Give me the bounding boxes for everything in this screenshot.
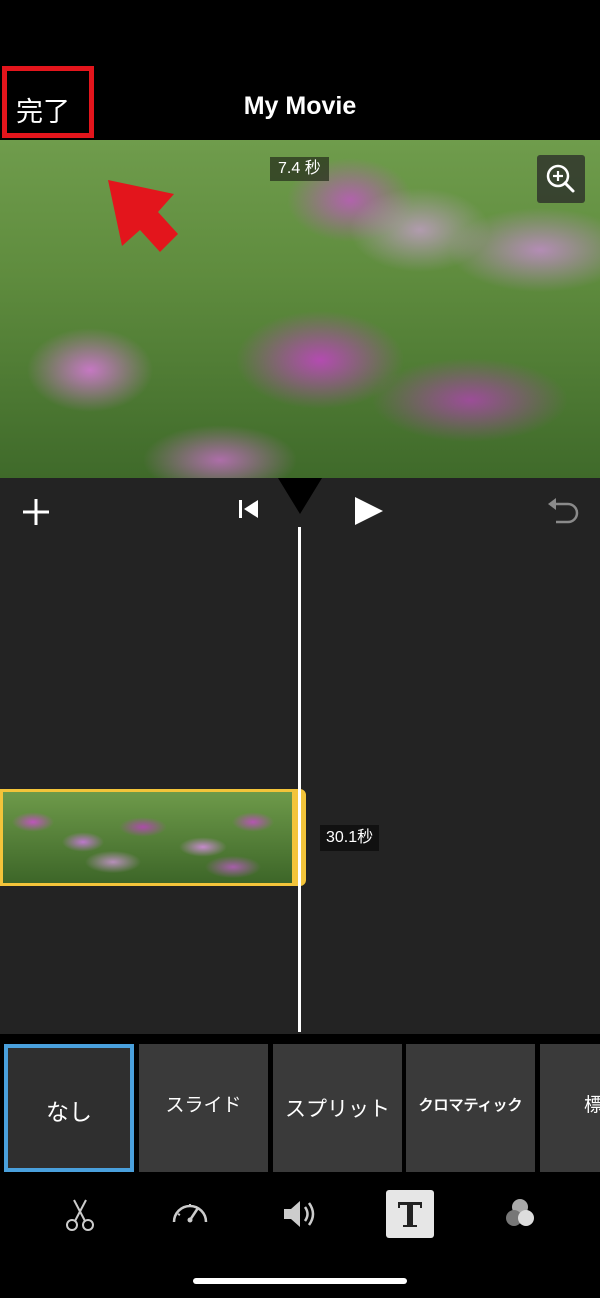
- transition-label: 標: [584, 1095, 600, 1116]
- transition-label: クロマティック: [418, 1097, 523, 1114]
- zoom-in-icon[interactable]: [537, 155, 585, 203]
- transition-label: なし: [46, 1099, 92, 1125]
- playhead-line: [298, 527, 301, 1032]
- text-icon[interactable]: [386, 1190, 434, 1238]
- annotation-arrow-icon: [108, 180, 178, 252]
- play-icon[interactable]: [352, 494, 386, 528]
- playhead-marker: [278, 478, 322, 514]
- home-indicator: [193, 1278, 407, 1284]
- video-clip[interactable]: [0, 789, 306, 886]
- clip-duration-label: 30.1秒: [320, 825, 380, 851]
- undo-icon[interactable]: [544, 496, 580, 526]
- scissors-icon[interactable]: [56, 1190, 104, 1238]
- speed-icon[interactable]: [166, 1190, 214, 1238]
- plus-icon[interactable]: [20, 496, 52, 528]
- transition-option-chromatic[interactable]: クロマティック: [406, 1044, 535, 1172]
- skip-to-start-icon[interactable]: [236, 496, 262, 522]
- duration-badge: 7.4 秒: [270, 157, 329, 181]
- transition-option-none[interactable]: なし: [4, 1044, 134, 1172]
- transition-label: スプリット: [285, 1098, 390, 1121]
- transition-label: スライド: [165, 1095, 242, 1116]
- page-title: My Movie: [243, 92, 357, 120]
- filters-icon[interactable]: [496, 1190, 544, 1238]
- transition-option-standard[interactable]: 標: [540, 1044, 600, 1172]
- volume-icon[interactable]: [276, 1190, 324, 1238]
- transition-option-split[interactable]: スプリット: [273, 1044, 402, 1172]
- transition-option-slide[interactable]: スライド: [139, 1044, 268, 1172]
